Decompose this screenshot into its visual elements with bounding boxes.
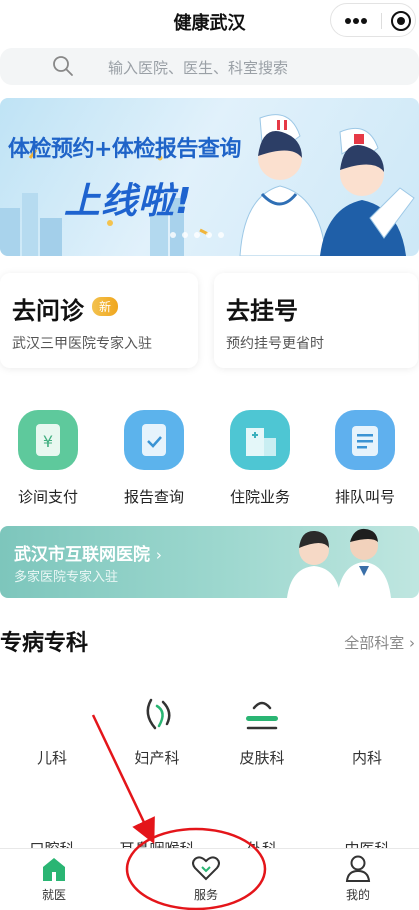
department-internal[interactable]: 内科: [315, 690, 419, 770]
tab-bar: 就医 服务 我的: [0, 848, 419, 910]
dermatology-icon: [246, 701, 278, 730]
service-inpatient-label: 住院业务: [229, 488, 290, 506]
navigation-bar: 健康武汉: [0, 0, 419, 44]
tab-services[interactable]: 服务: [156, 849, 256, 910]
banner-headline: 体检预约+体检报告查询: [8, 137, 241, 162]
banner-tagline: 上线啦!: [64, 181, 193, 222]
chevron-right-icon: ›: [155, 546, 162, 564]
svg-text:¥: ¥: [43, 432, 53, 451]
chevron-right-icon: ›: [404, 634, 415, 652]
section-title: 专病专科: [0, 631, 89, 656]
hospital-icon: [230, 410, 290, 470]
department-label: 皮肤科: [239, 749, 285, 767]
search-input[interactable]: 输入医院、医生、科室搜索: [0, 48, 419, 85]
search-icon: [53, 56, 73, 76]
tab-profile-label: 我的: [345, 888, 370, 902]
home-icon: [43, 858, 65, 881]
consult-card[interactable]: 去问诊 新 武汉三甲医院专家入驻: [0, 273, 198, 368]
tab-medical[interactable]: 就医: [4, 849, 104, 910]
mini-program-capsule: [330, 3, 416, 37]
report-icon: [124, 410, 184, 470]
new-badge: 新: [92, 297, 119, 316]
department-dermatology[interactable]: 皮肤科: [210, 690, 314, 770]
tab-profile[interactable]: 我的: [308, 849, 408, 910]
close-mini-program-icon[interactable]: [391, 11, 411, 31]
search-placeholder: 输入医院、医生、科室搜索: [108, 59, 289, 77]
consult-title: 去问诊: [12, 297, 84, 325]
internet-hospital-title: 武汉市互联网医院 ›: [14, 545, 162, 565]
service-payment-label: 诊间支付: [17, 488, 78, 506]
doctors-illustration: [287, 528, 391, 598]
payment-icon: ¥: [18, 410, 78, 470]
heart-icon: [192, 856, 220, 881]
more-options-icon[interactable]: [345, 18, 367, 24]
department-label: 妇产科: [134, 749, 180, 767]
register-title: 去挂号: [226, 297, 298, 325]
user-icon: [345, 855, 371, 882]
consult-subtitle: 武汉三甲医院专家入驻: [12, 336, 152, 352]
queue-icon: [335, 410, 395, 470]
department-label: 儿科: [36, 749, 67, 767]
internet-hospital-subtitle: 多家医院专家入驻: [14, 570, 119, 585]
service-report-label: 报告查询: [123, 488, 184, 506]
register-subtitle: 预约挂号更省时: [226, 336, 324, 352]
capsule-divider: [381, 13, 382, 29]
obstetrics-icon: [146, 698, 171, 730]
all-departments-link[interactable]: 全部科室 ›: [344, 632, 415, 653]
service-queue-label: 排队叫号: [334, 488, 395, 506]
tab-medical-label: 就医: [41, 888, 66, 902]
promo-banner[interactable]: 体检预约+体检报告查询 上线啦!: [0, 98, 419, 256]
internet-hospital-banner[interactable]: 武汉市互联网医院 › 多家医院专家入驻: [0, 526, 419, 598]
banner-pagination: [170, 232, 230, 240]
department-label: 内科: [351, 749, 382, 767]
tab-services-label: 服务: [193, 888, 218, 902]
department-obstetrics[interactable]: 妇产科: [105, 690, 209, 770]
department-pediatrics[interactable]: 儿科: [0, 690, 104, 770]
register-card[interactable]: 去挂号 预约挂号更省时: [214, 273, 418, 368]
